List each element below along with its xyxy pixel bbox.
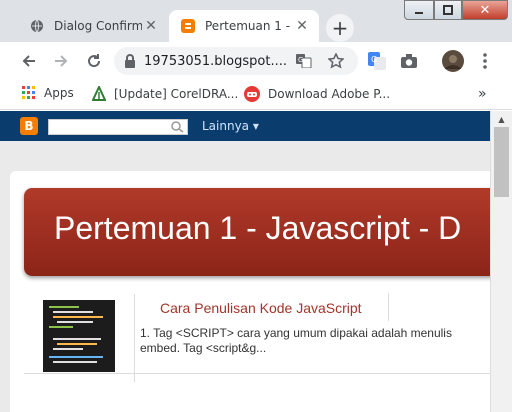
camera-extension[interactable] bbox=[398, 50, 420, 72]
back-button[interactable] bbox=[18, 50, 40, 72]
scroll-up-arrow-icon[interactable]: ▲ bbox=[491, 111, 512, 127]
forward-button[interactable] bbox=[50, 50, 72, 72]
post-thumbnail[interactable] bbox=[43, 300, 115, 372]
camera-icon bbox=[401, 54, 417, 68]
maximize-button[interactable] bbox=[434, 0, 462, 20]
apps-grid-icon bbox=[22, 86, 35, 99]
blogger-icon bbox=[181, 19, 195, 33]
bookmark-download-adobe[interactable]: Download Adobe P... bbox=[244, 86, 390, 102]
nav-more-dropdown[interactable]: Lainnya ▾ bbox=[202, 119, 259, 133]
minimize-button[interactable] bbox=[404, 0, 434, 20]
excerpt-line: embed. Tag <script&g... bbox=[140, 341, 267, 355]
profile-avatar[interactable] bbox=[442, 50, 464, 72]
bookmark-game-icon bbox=[244, 86, 260, 102]
divider bbox=[134, 294, 135, 382]
tab-strip: Dialog Confirm ✕ Pertemuan 1 - Ja ✕ + ✕ bbox=[0, 0, 512, 42]
bookmark-label: Download Adobe P... bbox=[268, 87, 391, 101]
svg-text:G: G bbox=[371, 55, 377, 64]
lock-icon bbox=[125, 54, 135, 68]
divider bbox=[388, 293, 389, 321]
blog-search-input[interactable] bbox=[48, 119, 188, 135]
globe-icon bbox=[31, 19, 43, 33]
url-text: 19753051.blogspot.... bbox=[144, 53, 287, 69]
reload-button[interactable] bbox=[83, 50, 105, 72]
bookmark-apps[interactable]: Apps bbox=[22, 86, 74, 100]
reload-icon bbox=[88, 54, 101, 68]
translate-icon[interactable]: G bbox=[296, 54, 312, 68]
google-translate-extension[interactable]: G bbox=[366, 50, 388, 72]
divider bbox=[24, 373, 490, 374]
blogger-navbar: B Lainnya ▾ bbox=[0, 111, 512, 141]
address-bar[interactable]: 19753051.blogspot.... G bbox=[114, 47, 358, 75]
vertical-scrollbar[interactable]: ▲ bbox=[490, 111, 512, 412]
google-translate-icon: G bbox=[368, 52, 386, 70]
kebab-menu-icon bbox=[483, 53, 487, 69]
new-tab-button[interactable]: + bbox=[326, 14, 354, 42]
bookmarks-overflow-button[interactable]: » bbox=[478, 86, 487, 102]
arrow-left-icon bbox=[22, 55, 35, 67]
post-excerpt: 1. Tag <SCRIPT> cara yang umum dipakai a… bbox=[140, 326, 500, 356]
arrow-right-icon bbox=[55, 55, 68, 67]
bookmark-label: [Update] CorelDRA... bbox=[114, 87, 239, 101]
bookmark-coreldraw[interactable]: [Update] CorelDRA... bbox=[92, 86, 238, 102]
menu-button[interactable] bbox=[474, 50, 496, 72]
chevron-double-right-icon: » bbox=[478, 86, 487, 102]
post-title-link[interactable]: Cara Penulisan Kode JavaScript bbox=[160, 300, 362, 316]
svg-text:G: G bbox=[298, 56, 303, 64]
maximize-icon bbox=[443, 5, 453, 15]
bookmark-label: Apps bbox=[44, 86, 74, 100]
close-tab-icon[interactable]: ✕ bbox=[293, 17, 311, 35]
bookmark-leaf-icon bbox=[92, 86, 106, 101]
search-icon[interactable] bbox=[170, 121, 184, 133]
tab-title: Pertemuan 1 - Ja bbox=[205, 19, 293, 33]
avatar-icon bbox=[442, 50, 464, 72]
tab-pertemuan[interactable]: Pertemuan 1 - Ja ✕ bbox=[169, 10, 319, 42]
tab-title: Dialog Confirm bbox=[54, 19, 142, 33]
browser-toolbar: 19753051.blogspot.... G G bbox=[0, 42, 512, 80]
close-window-button[interactable]: ✕ bbox=[462, 0, 508, 20]
blogger-logo[interactable]: B bbox=[20, 117, 38, 135]
excerpt-line: 1. Tag <SCRIPT> cara yang umum dipakai a… bbox=[140, 326, 452, 340]
close-tab-icon[interactable]: ✕ bbox=[142, 17, 160, 35]
star-icon[interactable] bbox=[328, 53, 344, 69]
scrollbar-thumb[interactable] bbox=[494, 127, 509, 197]
tab-dialog-confirm[interactable]: Dialog Confirm ✕ bbox=[18, 10, 168, 42]
minimize-icon bbox=[415, 12, 423, 14]
page-title: Pertemuan 1 - Javascript - D bbox=[54, 210, 462, 246]
bookmarks-bar: Apps [Update] CorelDRA... Download Adobe… bbox=[0, 80, 512, 110]
close-icon: ✕ bbox=[479, 2, 491, 18]
